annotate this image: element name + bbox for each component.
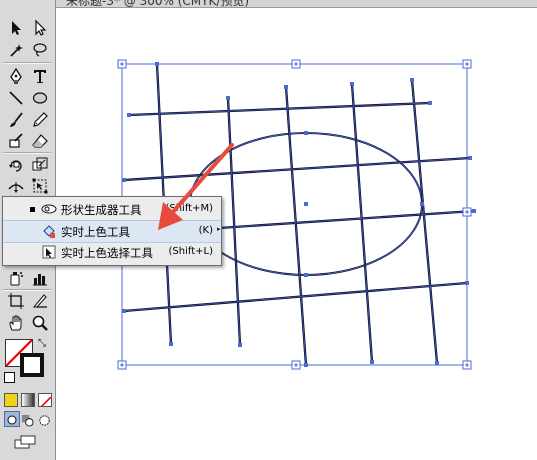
flyout-item-label: 形状生成器工具 xyxy=(61,203,142,217)
line-icon[interactable] xyxy=(6,88,26,108)
document-tab-title: 未标题-3* @ 300% (CMYK/预览) xyxy=(66,0,250,8)
graph-icon[interactable] xyxy=(30,268,50,288)
stroke-swatch[interactable] xyxy=(20,353,44,377)
swap-colors-icon[interactable]: ⤡ xyxy=(38,338,46,349)
flyout-item-live-paint-bucket[interactable]: 实时上色工具 (K) xyxy=(3,220,221,243)
color-mode-icon[interactable] xyxy=(4,393,18,407)
shape-builder-icon xyxy=(41,201,57,217)
magic-wand-icon[interactable] xyxy=(6,40,26,60)
selected-bullet-icon xyxy=(30,207,35,212)
pencil-icon[interactable] xyxy=(30,110,50,130)
gradient-mode-icon[interactable] xyxy=(21,393,35,407)
hand-icon[interactable] xyxy=(6,313,26,333)
draw-normal-icon[interactable] xyxy=(4,411,20,427)
flyout-item-label: 实时上色选择工具 xyxy=(61,246,153,260)
flyout-item-shortcut: (Shift+L) xyxy=(168,246,213,257)
toolbox-separator xyxy=(3,152,51,154)
draw-behind-icon[interactable] xyxy=(21,412,34,427)
live-paint-selection-icon xyxy=(41,244,57,260)
flyout-tearoff-icon[interactable]: ▸ xyxy=(217,225,221,233)
free-transform-icon[interactable] xyxy=(30,176,50,196)
flyout-item-shortcut: (K) xyxy=(198,225,213,236)
width-icon[interactable] xyxy=(6,176,26,196)
flyout-item-label: 实时上色工具 xyxy=(61,225,130,239)
shape-builder-flyout-menu: 形状生成器工具 (Shift+M) 实时上色工具 (K) 实时上色选择工具 (S… xyxy=(2,196,222,266)
blob-brush-icon[interactable] xyxy=(6,131,26,151)
selection-arrow-icon[interactable] xyxy=(6,18,26,38)
symbol-sprayer-icon[interactable] xyxy=(6,268,26,288)
artboard-icon[interactable] xyxy=(6,291,26,311)
slice-icon[interactable] xyxy=(30,291,50,311)
type-icon[interactable] xyxy=(30,66,50,86)
flyout-item-live-paint-selection[interactable]: 实时上色选择工具 (Shift+L) xyxy=(3,242,221,263)
ellipse-icon[interactable] xyxy=(30,88,50,108)
default-colors-icon[interactable] xyxy=(4,372,15,383)
pen-icon[interactable] xyxy=(6,66,26,86)
eraser-icon[interactable] xyxy=(30,131,50,151)
zoom-icon[interactable] xyxy=(30,313,50,333)
rotate-icon[interactable] xyxy=(6,155,26,175)
brush-icon[interactable] xyxy=(6,110,26,130)
screen-mode-icon[interactable] xyxy=(14,434,38,449)
direct-selection-icon[interactable] xyxy=(30,18,50,38)
flyout-item-shortcut: (Shift+M) xyxy=(165,203,213,214)
live-paint-bucket-icon xyxy=(41,223,57,239)
flyout-item-shape-builder[interactable]: 形状生成器工具 (Shift+M) xyxy=(3,199,221,220)
document-tab[interactable]: 未标题-3* @ 300% (CMYK/预览) xyxy=(56,0,537,8)
draw-inside-icon[interactable] xyxy=(38,412,51,426)
scale-icon[interactable] xyxy=(30,155,50,175)
toolbox-separator xyxy=(3,62,51,64)
lasso-icon[interactable] xyxy=(30,40,50,60)
none-mode-icon[interactable] xyxy=(38,393,52,407)
